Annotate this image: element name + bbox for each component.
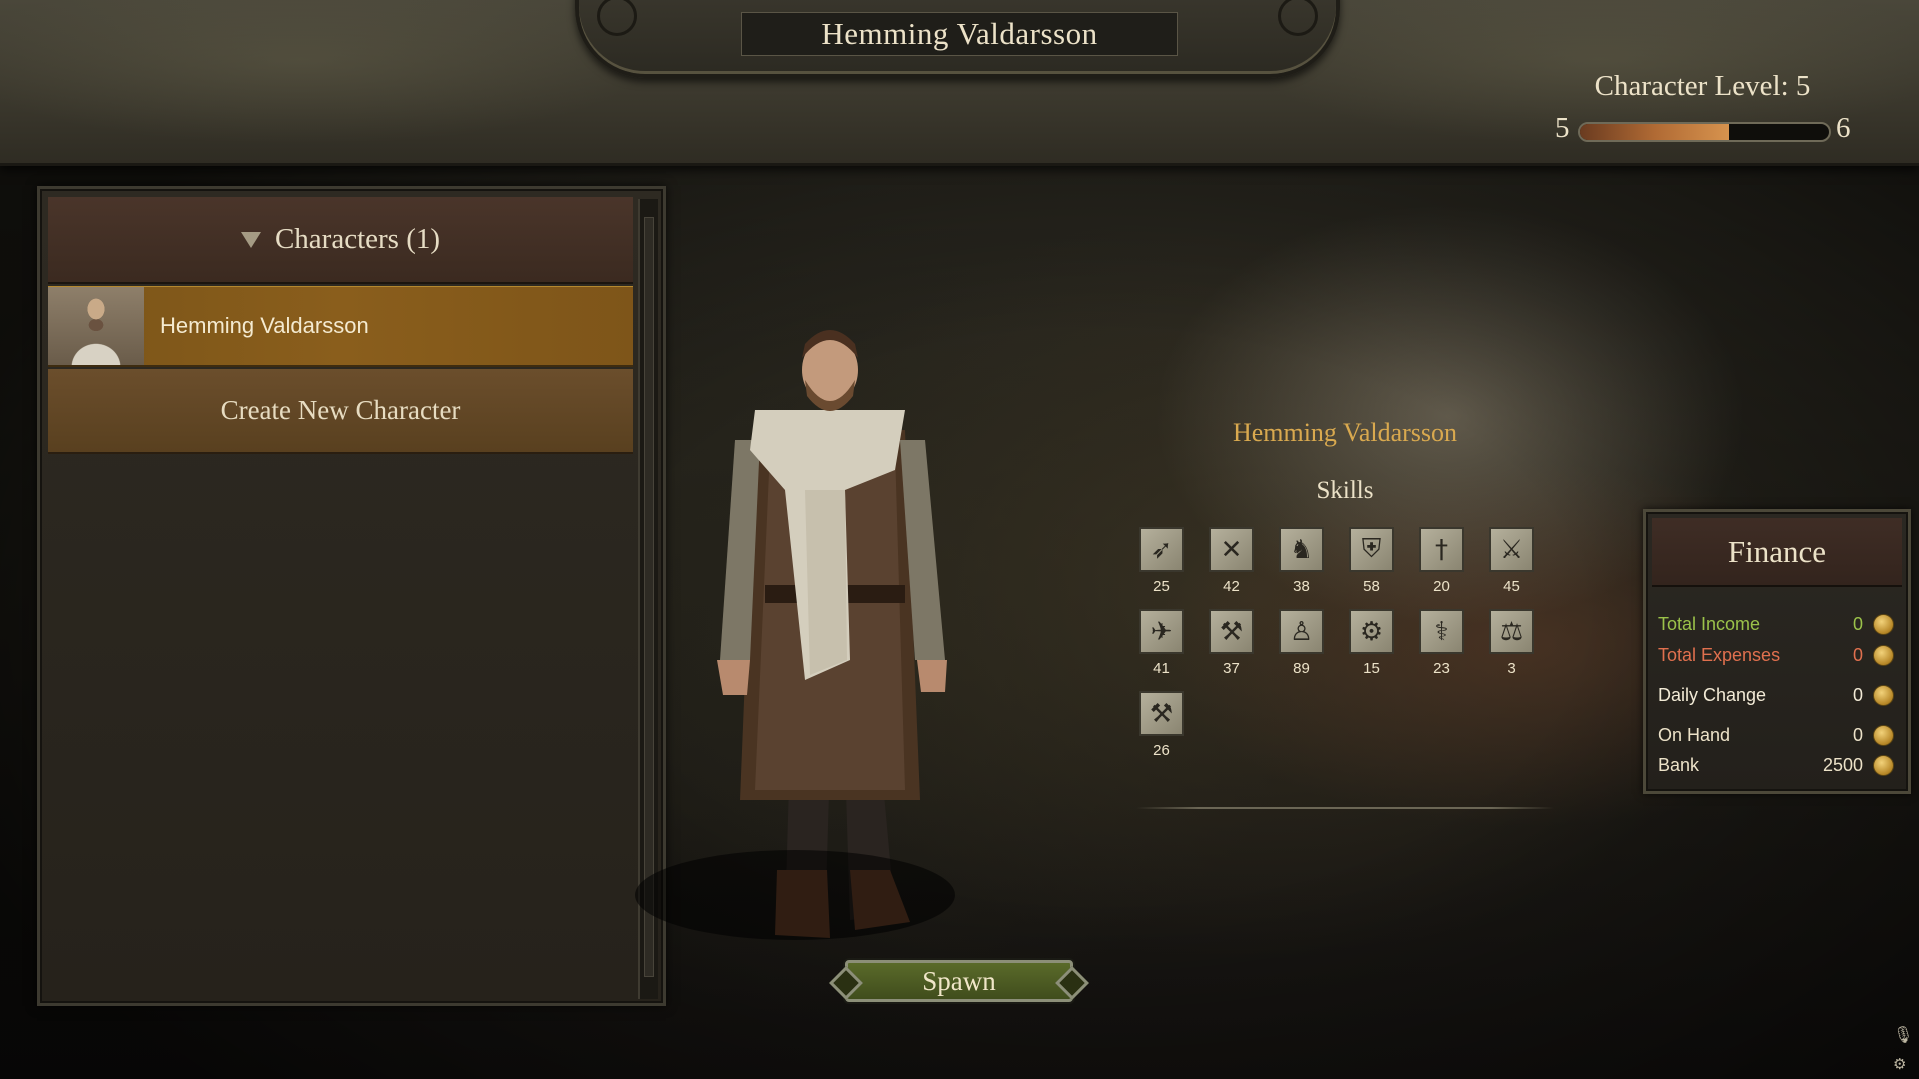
coin-icon [1873, 754, 1894, 776]
finance-title: Finance [1652, 518, 1902, 587]
skill-item[interactable]: ⚙ 15 [1348, 609, 1395, 677]
knot-ornament-left [597, 0, 637, 36]
crossbow-icon: ✕ [1209, 527, 1254, 572]
spawn-button[interactable]: Spawn [845, 960, 1073, 1002]
skill-item[interactable]: ⚖ 3 [1488, 609, 1535, 677]
finance-row-total-expenses: Total Expenses 0 [1658, 642, 1894, 668]
bow-icon: ➶ [1139, 527, 1184, 572]
trade-icon: ⚖ [1489, 609, 1534, 654]
character-list-item[interactable]: Hemming Valdarsson [48, 286, 633, 367]
finance-row-total-income: Total Income 0 [1658, 611, 1894, 637]
skill-value: 45 [1503, 578, 1520, 595]
skill-item[interactable]: ⚕ 23 [1418, 609, 1465, 677]
shield-icon: ⛨ [1349, 527, 1394, 572]
microphone-icon[interactable]: 🎙 [1893, 1025, 1913, 1045]
medicine-icon: ⚕ [1419, 609, 1464, 654]
daily-change-value: 0 [1852, 684, 1863, 705]
skill-item[interactable]: ⚒ 37 [1208, 609, 1255, 677]
create-new-character-button[interactable]: Create New Character [48, 369, 633, 454]
skill-item[interactable]: † 20 [1418, 527, 1465, 595]
skill-value: 37 [1223, 660, 1240, 677]
polearm-icon: ⚔ [1489, 527, 1534, 572]
skill-item[interactable]: ♙ 89 [1278, 609, 1325, 677]
characters-header-label: Characters (1) [274, 223, 441, 255]
character-shadow [635, 850, 955, 940]
skill-item[interactable]: ⛨ 58 [1348, 527, 1395, 595]
skills-title: Skills [1316, 477, 1374, 504]
characters-panel: Characters (1) Hemming Valdarsson Create… [37, 186, 666, 1006]
skill-item[interactable]: ➶ 25 [1138, 527, 1185, 595]
skill-value: 25 [1153, 578, 1170, 595]
skill-value: 42 [1223, 578, 1240, 595]
info-character-name: Hemming Valdarsson [1232, 418, 1458, 447]
total-income-value: 0 [1852, 613, 1863, 634]
total-income-label: Total Income [1658, 613, 1761, 634]
finance-row-on-hand: On Hand 0 [1658, 722, 1894, 748]
skill-value: 41 [1153, 660, 1170, 677]
level-progress-bar [1578, 122, 1831, 142]
coin-icon [1873, 684, 1894, 706]
characters-header[interactable]: Characters (1) [48, 197, 633, 284]
skill-value: 38 [1293, 578, 1310, 595]
level-min: 5 [1555, 112, 1570, 144]
top-banner: Hemming Valdarsson Character Level: 5 5 … [0, 0, 1919, 166]
finance-row-daily-change: Daily Change 0 [1658, 682, 1894, 708]
skill-value: 26 [1153, 742, 1170, 759]
settings-icon[interactable]: ⚙ [1893, 1055, 1909, 1073]
skill-item[interactable]: ⚔ 45 [1488, 527, 1535, 595]
skill-value: 58 [1363, 578, 1380, 595]
riding-icon: ♞ [1279, 527, 1324, 572]
coin-icon [1873, 724, 1894, 746]
skill-value: 3 [1507, 660, 1516, 677]
skill-item[interactable]: ⚒ 26 [1138, 691, 1185, 759]
bank-value: 2500 [1822, 754, 1863, 775]
one-handed-icon: † [1419, 527, 1464, 572]
knot-ornament-right [1278, 0, 1318, 36]
throwing-icon: ✈ [1139, 609, 1184, 654]
skill-value: 23 [1433, 660, 1450, 677]
level-max: 6 [1836, 112, 1851, 144]
bank-label: Bank [1658, 754, 1700, 775]
collapse-triangle-icon [240, 231, 261, 248]
engineering-icon: ⚙ [1349, 609, 1394, 654]
character-model [635, 330, 965, 950]
on-hand-label: On Hand [1658, 724, 1731, 745]
skill-value: 20 [1433, 578, 1450, 595]
on-hand-value: 0 [1852, 724, 1863, 745]
character-list-name: Hemming Valdarsson [160, 313, 369, 338]
two-handed-icon: ⚒ [1209, 609, 1254, 654]
character-level-label: Character Level: 5 [1594, 70, 1811, 102]
skill-value: 89 [1293, 660, 1310, 677]
total-expenses-label: Total Expenses [1658, 644, 1781, 665]
skill-item[interactable]: ✕ 42 [1208, 527, 1255, 595]
smithing-icon: ⚒ [1139, 691, 1184, 736]
coin-icon [1873, 613, 1894, 635]
athletics-icon: ♙ [1279, 609, 1324, 654]
avatar [48, 287, 144, 365]
scroll-thumb[interactable] [644, 217, 654, 977]
skill-item[interactable]: ♞ 38 [1278, 527, 1325, 595]
finance-panel: Finance Total Income 0 Total Expenses 0 … [1643, 509, 1911, 794]
coin-icon [1873, 644, 1894, 666]
character-name-title: Hemming Valdarsson [741, 12, 1178, 56]
total-expenses-value: 0 [1852, 644, 1863, 665]
skills-grid: ➶ 25 ✕ 42 ♞ 38 ⛨ 58 † 20 ⚔ 45 ✈ 41 ⚒ 37 ♙ 89 ⚙ 15 ⚕ 23 ⚖ 3 ⚒ 26 [1138, 527, 1552, 759]
skill-item[interactable]: ✈ 41 [1138, 609, 1185, 677]
level-progress-fill [1580, 124, 1730, 140]
daily-change-label: Daily Change [1658, 684, 1767, 705]
skills-divider [1136, 807, 1554, 809]
finance-row-bank: Bank 2500 [1658, 752, 1894, 778]
skill-value: 15 [1363, 660, 1380, 677]
